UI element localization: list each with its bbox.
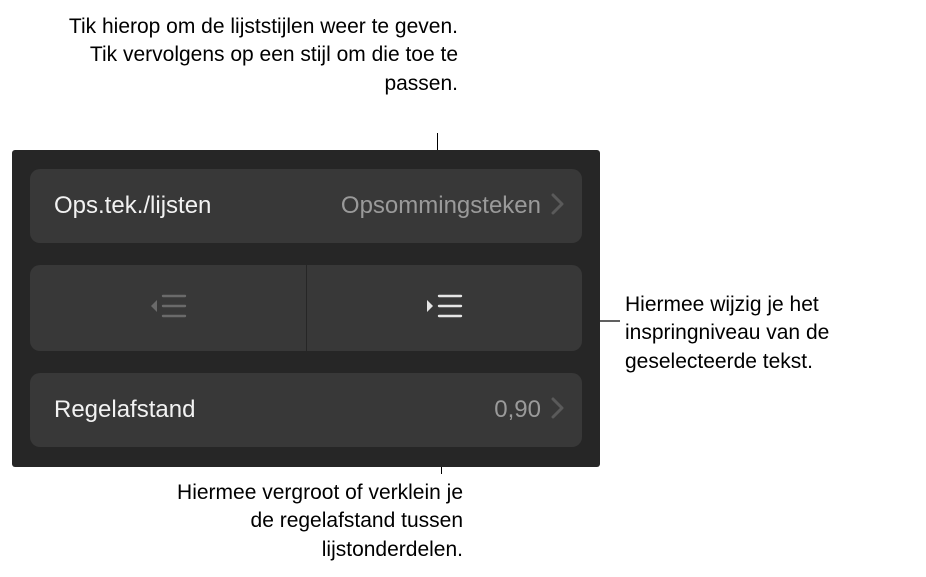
chevron-right-icon	[551, 397, 564, 424]
list-style-row[interactable]: Ops.tek./lijsten Opsommingsteken	[30, 169, 582, 243]
formatting-panel: Ops.tek./lijsten Opsommingsteken	[12, 150, 600, 467]
indent-button[interactable]	[307, 265, 583, 351]
callout-line-spacing: Hiermee vergroot of verklein je de regel…	[153, 479, 463, 564]
outdent-button[interactable]	[30, 265, 306, 351]
chevron-right-icon	[551, 193, 564, 220]
callout-indent: Hiermee wijzig je het inspringniveau van…	[625, 291, 915, 376]
line-spacing-label: Regelafstand	[54, 396, 195, 424]
list-style-label: Ops.tek./lijsten	[54, 192, 211, 220]
outdent-icon	[149, 292, 187, 325]
indent-control-row	[30, 265, 582, 351]
line-spacing-row[interactable]: Regelafstand 0,90	[30, 373, 582, 447]
line-spacing-value: 0,90	[494, 396, 541, 424]
indent-icon	[425, 292, 463, 325]
list-style-value: Opsommingsteken	[341, 192, 541, 220]
callout-list-styles: Tik hierop om de lijststijlen weer te ge…	[38, 13, 458, 98]
